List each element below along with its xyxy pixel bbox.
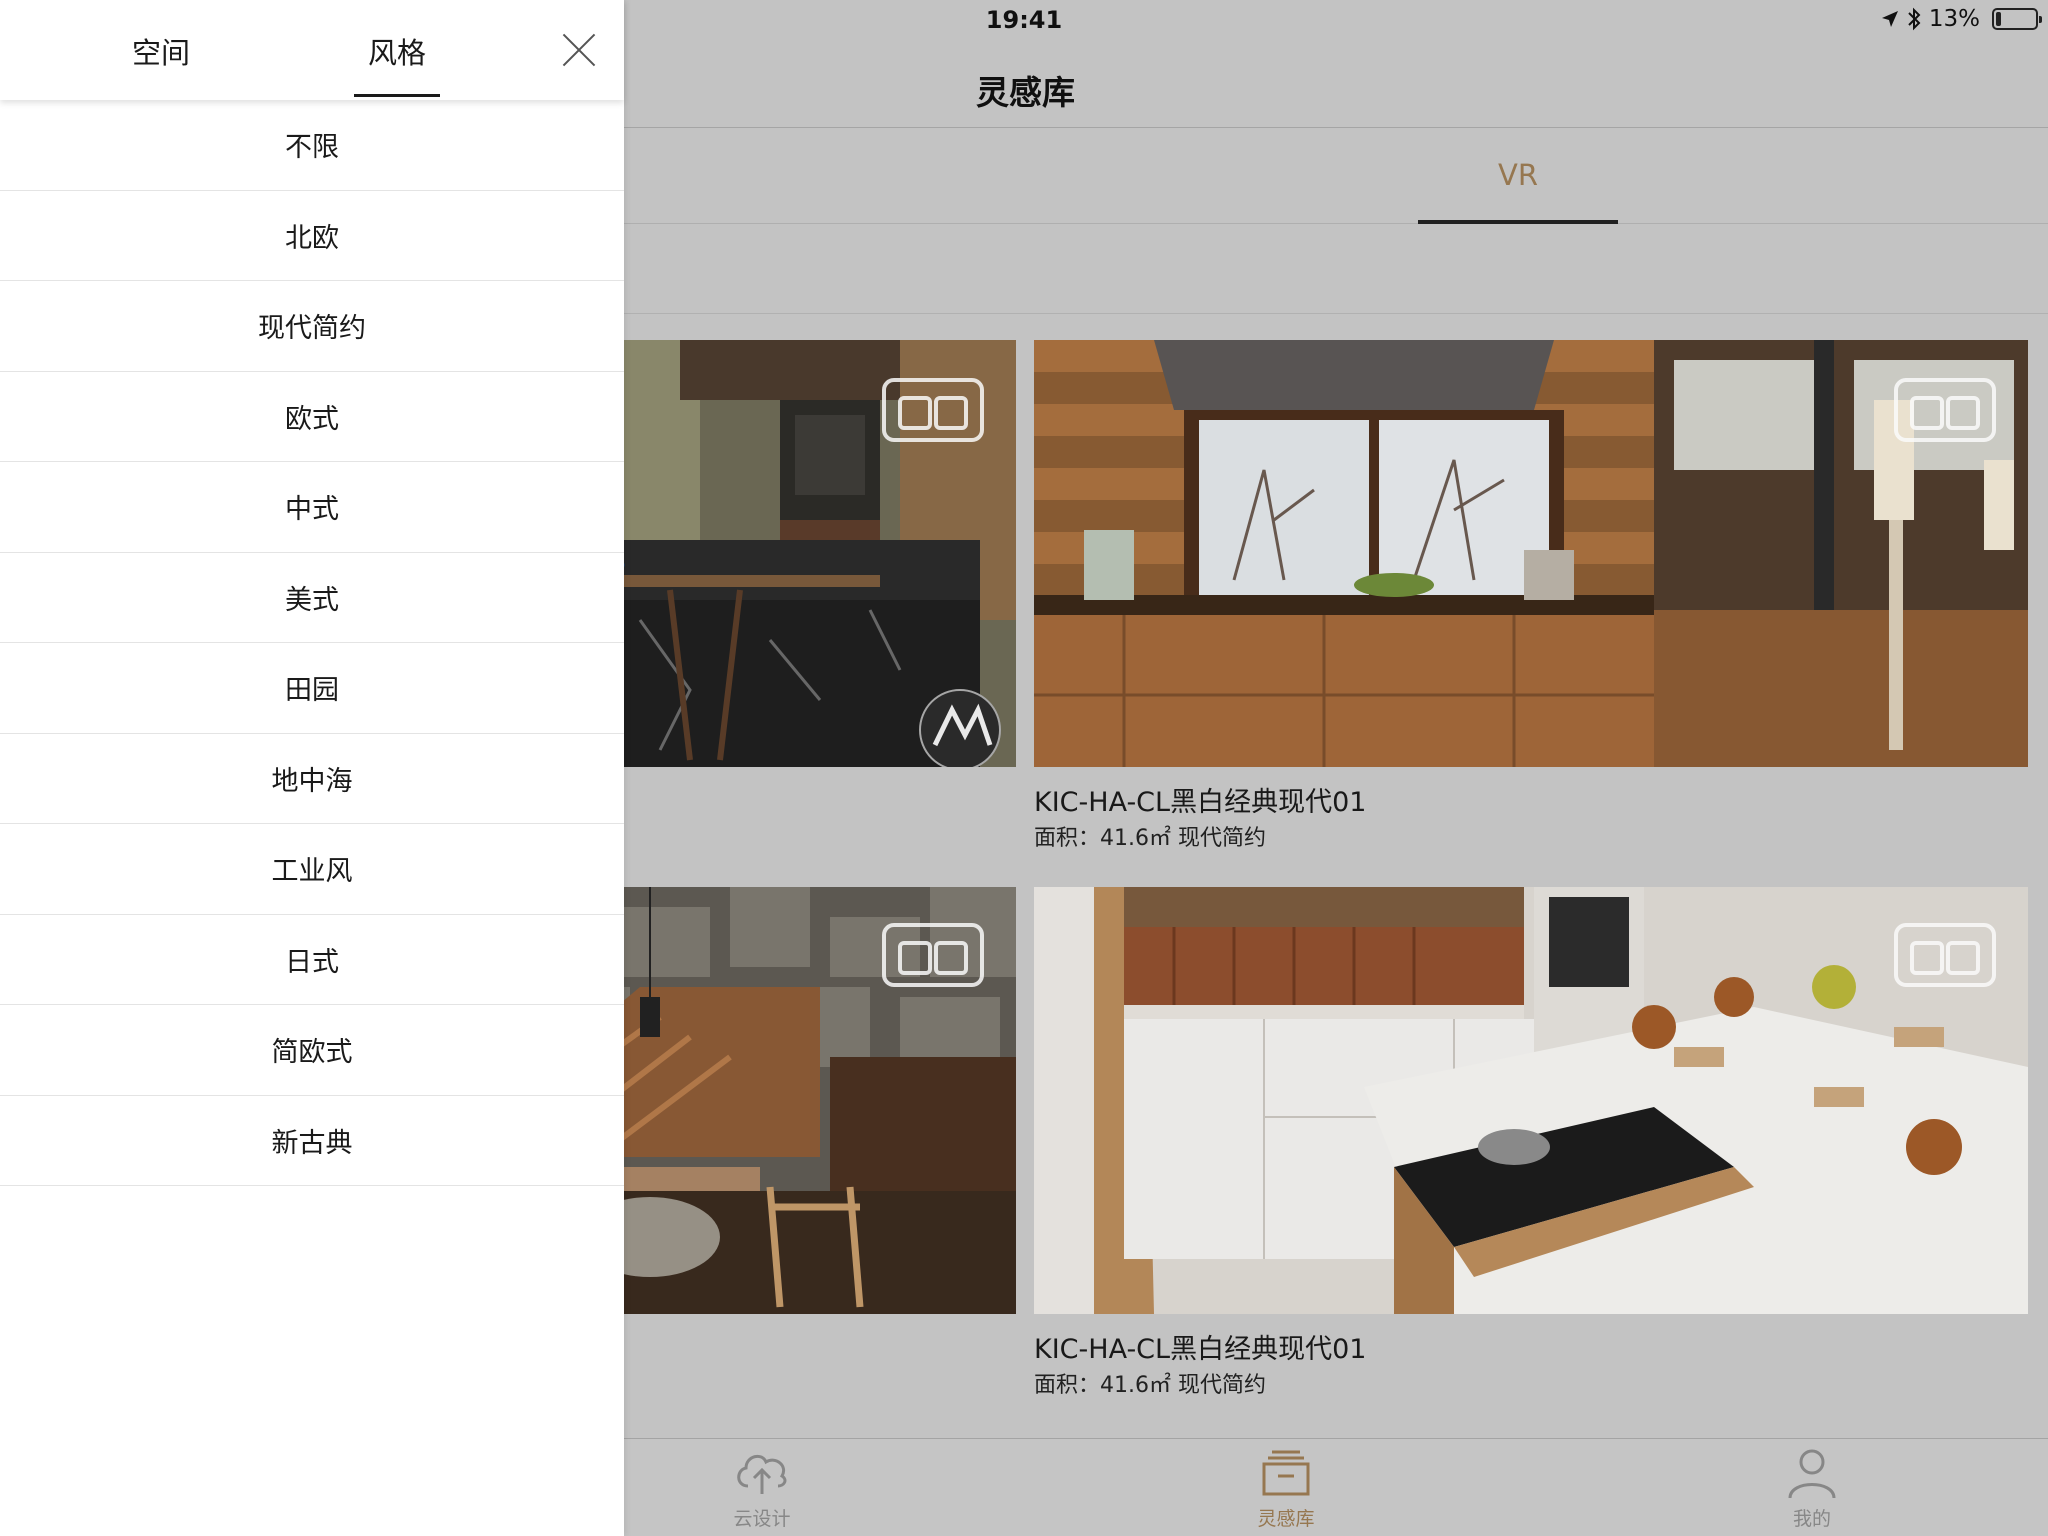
style-item-label: 简欧式 bbox=[271, 1037, 353, 1069]
drawer-tab-label: 风格 bbox=[368, 36, 427, 70]
style-item[interactable]: 欧式 bbox=[0, 372, 624, 462]
style-item-label: 新古典 bbox=[271, 1127, 353, 1159]
style-item-label: 中式 bbox=[285, 494, 339, 526]
style-item[interactable]: 中式 bbox=[0, 462, 624, 553]
close-icon[interactable] bbox=[560, 30, 600, 70]
style-item[interactable]: 美式 bbox=[0, 553, 624, 643]
drawer-tab-style[interactable]: 风格 bbox=[354, 30, 441, 97]
style-item-label: 地中海 bbox=[271, 765, 353, 797]
style-list: 不限 北欧 现代简约 欧式 中式 美式 田园 地中海 工业风 日式 简欧式 新古… bbox=[0, 100, 624, 1186]
style-item[interactable]: 日式 bbox=[0, 915, 624, 1005]
style-item-label: 美式 bbox=[285, 584, 339, 616]
style-item-label: 不限 bbox=[285, 132, 339, 164]
drawer-tab-label: 空间 bbox=[132, 36, 191, 70]
drawer-header: 空间 风格 bbox=[0, 0, 624, 100]
style-item-label: 田园 bbox=[285, 675, 339, 707]
style-item-label: 日式 bbox=[285, 946, 339, 978]
drawer-tab-space[interactable]: 空间 bbox=[132, 30, 190, 72]
style-item[interactable]: 现代简约 bbox=[0, 281, 624, 372]
style-item[interactable]: 新古典 bbox=[0, 1096, 624, 1186]
style-item[interactable]: 田园 bbox=[0, 643, 624, 734]
style-item-label: 现代简约 bbox=[258, 313, 366, 345]
style-item[interactable]: 不限 bbox=[0, 100, 624, 191]
style-item[interactable]: 工业风 bbox=[0, 824, 624, 915]
style-item[interactable]: 简欧式 bbox=[0, 1005, 624, 1096]
style-item-label: 工业风 bbox=[271, 856, 353, 888]
drawer-tab-underline bbox=[354, 94, 441, 97]
style-item-label: 北欧 bbox=[285, 222, 339, 254]
style-item-label: 欧式 bbox=[285, 403, 339, 435]
filter-drawer: 空间 风格 不限 北欧 现代简约 欧式 中式 美式 田园 地中海 工业风 日式 … bbox=[0, 0, 624, 1536]
style-item[interactable]: 北欧 bbox=[0, 191, 624, 281]
style-item[interactable]: 地中海 bbox=[0, 734, 624, 824]
